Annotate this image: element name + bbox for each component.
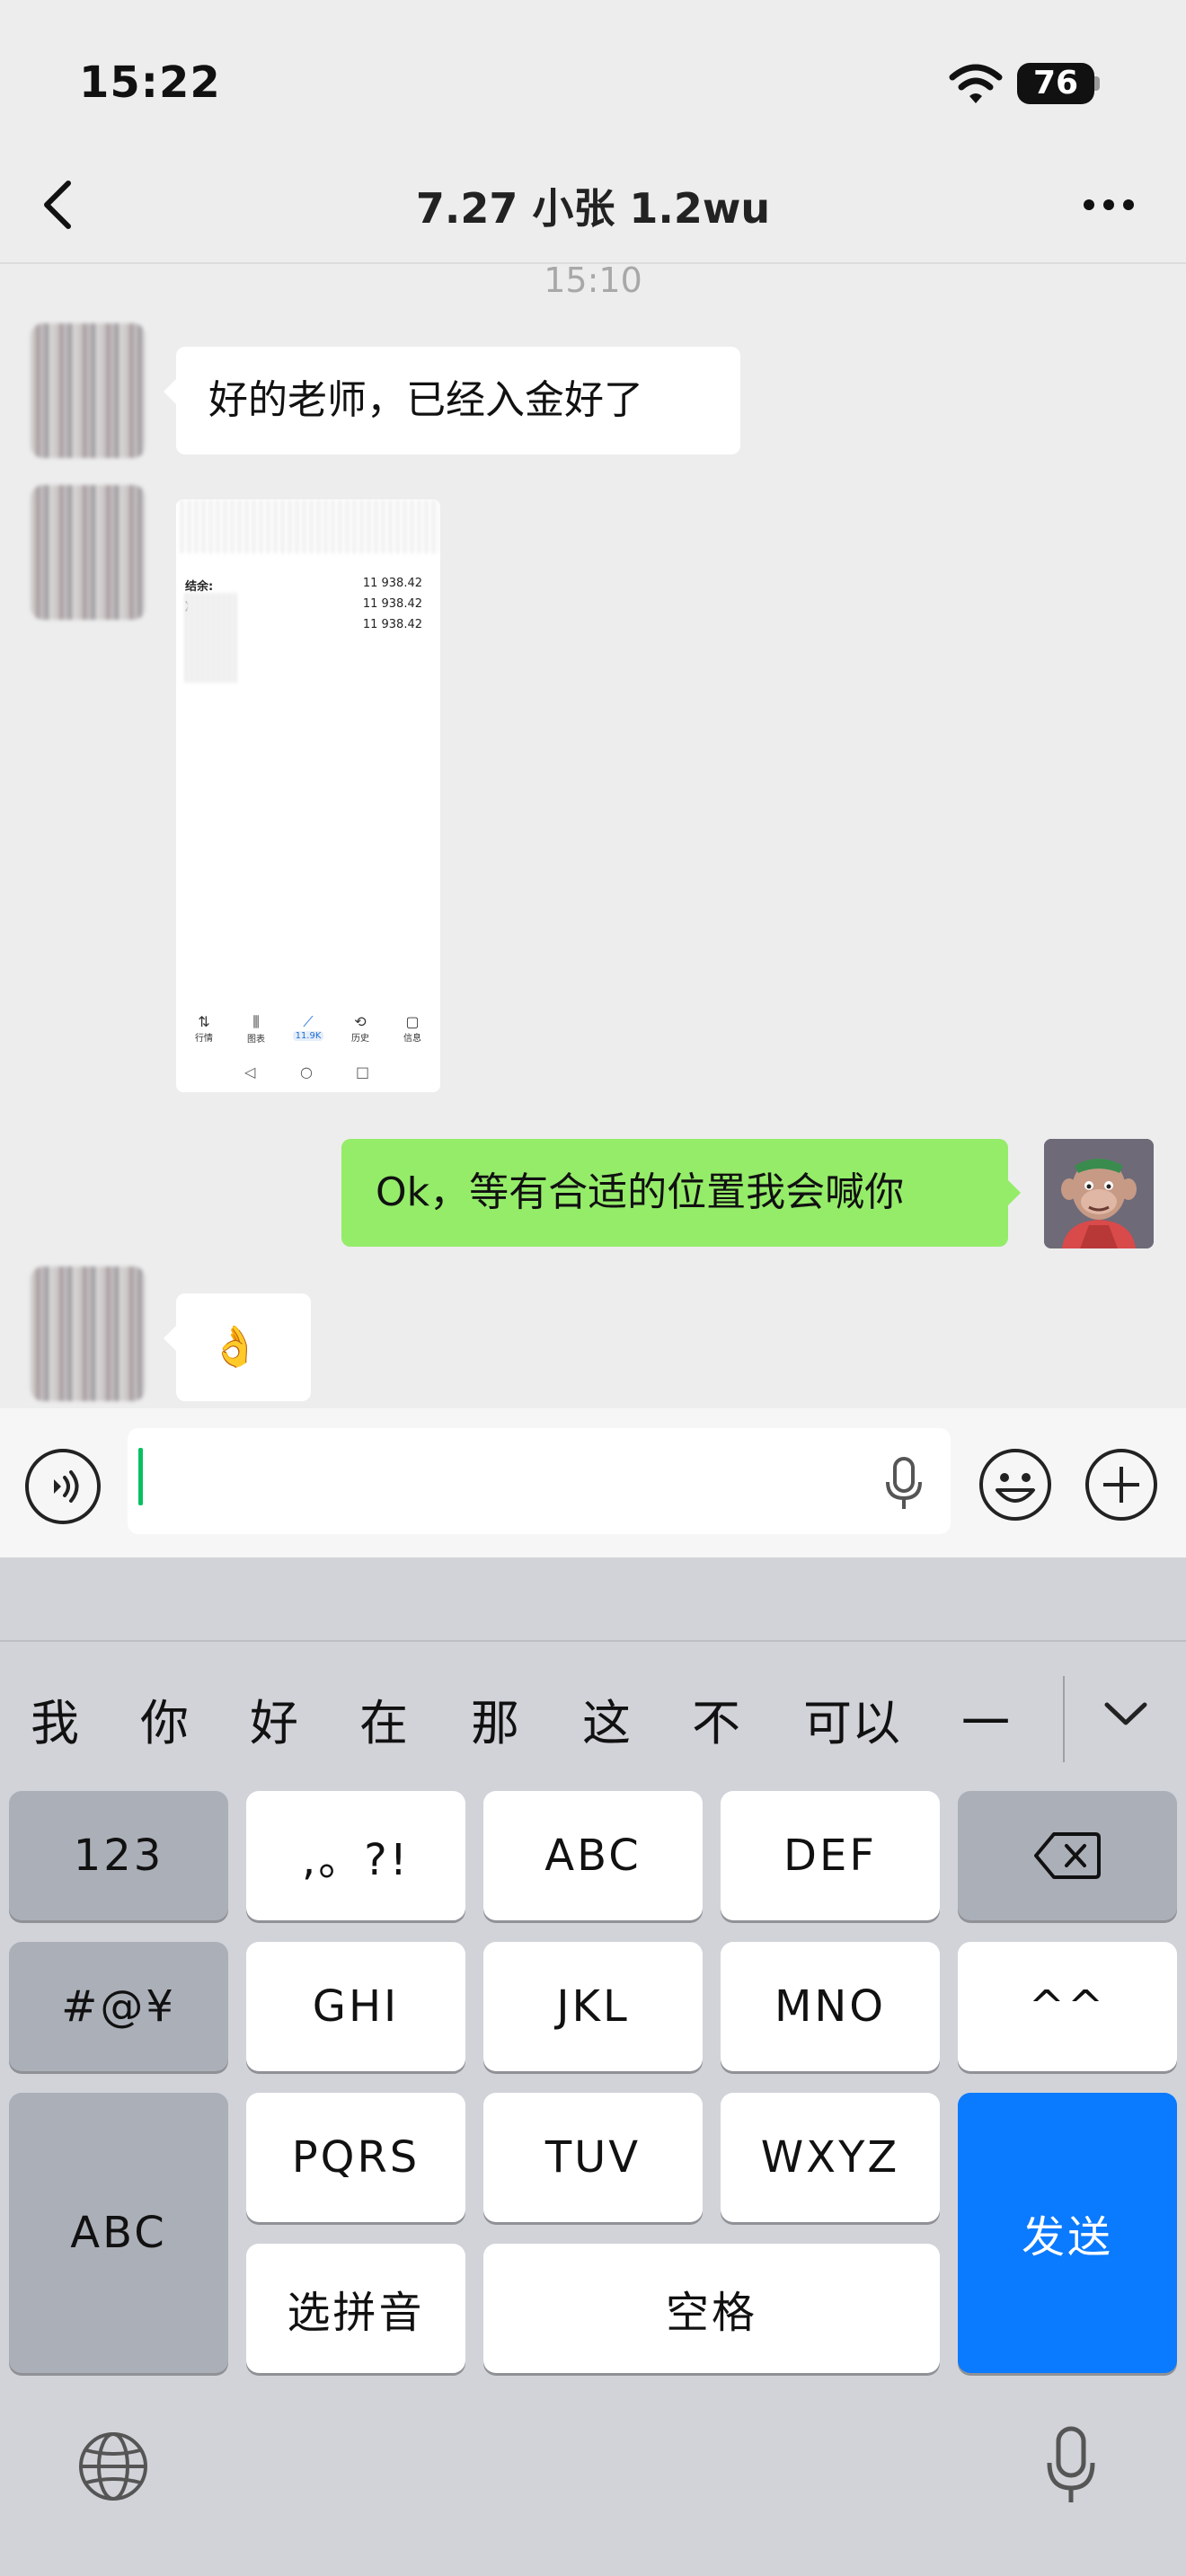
message-bubble-received[interactable]: 👌 — [164, 1293, 311, 1401]
key-tuv[interactable]: TUV — [483, 2093, 703, 2222]
key-abc-mode[interactable]: ABC — [9, 2093, 228, 2373]
dictation-mic-icon[interactable] — [1044, 2425, 1098, 2508]
delete-button[interactable] — [958, 1791, 1177, 1920]
emoji-icon[interactable] — [978, 1447, 1053, 1522]
image-nav-item: ⫼ 图表 — [247, 1013, 265, 1045]
key-123[interactable]: 123 — [9, 1791, 228, 1920]
candidate-separator — [1063, 1676, 1065, 1762]
image-nav-item: ⟲ 历史 — [351, 1013, 369, 1044]
battery-nub — [1094, 76, 1100, 91]
key-jkl[interactable]: JKL — [483, 1942, 703, 2071]
image-nav-item: ▢ 信息 — [403, 1013, 421, 1044]
message-text: Ok，等有合适的位置我会喊你 — [376, 1169, 905, 1215]
plus-icon[interactable] — [1084, 1447, 1159, 1522]
space-bar[interactable]: 空格 — [483, 2244, 940, 2373]
candidate-word[interactable]: 这 — [582, 1683, 631, 1754]
more-icon[interactable] — [1082, 194, 1136, 216]
key-select-pinyin[interactable]: 选拼音 — [246, 2244, 465, 2373]
key-def[interactable]: DEF — [721, 1791, 940, 1920]
chat-title: 7.27 小张 1.2wu — [415, 184, 771, 233]
image-blur-region — [185, 593, 239, 683]
voice-mode-button[interactable] — [25, 1449, 101, 1524]
ape-avatar-icon — [1044, 1139, 1154, 1248]
candidate-word[interactable]: 那 — [471, 1683, 519, 1754]
key-abc[interactable]: ABC — [483, 1791, 703, 1920]
key-ghi[interactable]: GHI — [246, 1942, 465, 2071]
contact-avatar[interactable] — [31, 1266, 146, 1401]
self-avatar[interactable] — [1044, 1139, 1154, 1248]
message-input[interactable] — [128, 1428, 951, 1534]
candidate-word[interactable]: 一 — [961, 1683, 1010, 1754]
image-row-value: 11 938.42 — [362, 597, 422, 611]
image-row-label: 结余: — [185, 580, 214, 594]
image-row-value: 11 938.42 — [362, 577, 422, 590]
image-sys-home: ○ — [300, 1063, 313, 1081]
key-wxyz[interactable]: WXYZ — [721, 2093, 940, 2222]
key-pqrs[interactable]: PQRS — [246, 2093, 465, 2222]
keyboard-divider — [0, 1640, 1186, 1642]
send-button[interactable]: 发送 — [958, 2093, 1177, 2373]
key-punctuation[interactable]: ,。?! — [246, 1791, 465, 1920]
message-bubble-sent[interactable]: Ok，等有合适的位置我会喊你 — [341, 1139, 1021, 1247]
image-row-value: 11 938.42 — [362, 618, 422, 631]
candidate-word[interactable]: 在 — [359, 1683, 408, 1754]
candidate-word[interactable]: 我 — [31, 1683, 79, 1754]
globe-icon[interactable] — [77, 2430, 149, 2502]
mic-icon[interactable] — [882, 1455, 925, 1513]
contact-avatar[interactable] — [31, 323, 146, 458]
image-sys-back: ◁ — [244, 1063, 256, 1081]
candidate-word[interactable]: 不 — [692, 1683, 740, 1754]
image-nav-item: ⇅ 行情 — [195, 1013, 213, 1044]
image-header-blur — [176, 499, 440, 553]
candidate-word[interactable]: 好 — [250, 1683, 298, 1754]
ok-hand-emoji: 👌 — [210, 1324, 260, 1370]
voice-icon — [54, 1470, 79, 1503]
message-text: 好的老师，已经入金好了 — [208, 377, 643, 423]
battery-indicator: 76 — [1017, 63, 1094, 104]
back-icon[interactable] — [36, 176, 83, 234]
key-emoticon[interactable]: ^^ — [958, 1942, 1177, 2071]
key-symbols[interactable]: #@¥ — [9, 1942, 228, 2071]
candidate-word[interactable]: 你 — [140, 1683, 189, 1754]
image-message[interactable]: 结余: 11 938.42 净值 11 938.42 11 938.42 ⇅行情… — [176, 499, 440, 1092]
backspace-icon — [1034, 1832, 1101, 1879]
message-bubble-received[interactable]: 好的老师，已经入金好了 — [164, 347, 740, 454]
message-timestamp: 15:10 — [544, 260, 642, 300]
text-caret — [138, 1448, 143, 1505]
chevron-down-icon[interactable] — [1102, 1698, 1150, 1730]
image-sys-recent: □ — [356, 1063, 370, 1081]
status-time: 15:22 — [79, 57, 221, 108]
wifi-icon — [949, 64, 1003, 103]
contact-avatar[interactable] — [31, 485, 146, 620]
key-mno[interactable]: MNO — [721, 1942, 940, 2071]
image-nav-item: ⟋ 11.9K — [282, 1013, 334, 1041]
candidate-word[interactable]: 可以 — [803, 1683, 900, 1754]
